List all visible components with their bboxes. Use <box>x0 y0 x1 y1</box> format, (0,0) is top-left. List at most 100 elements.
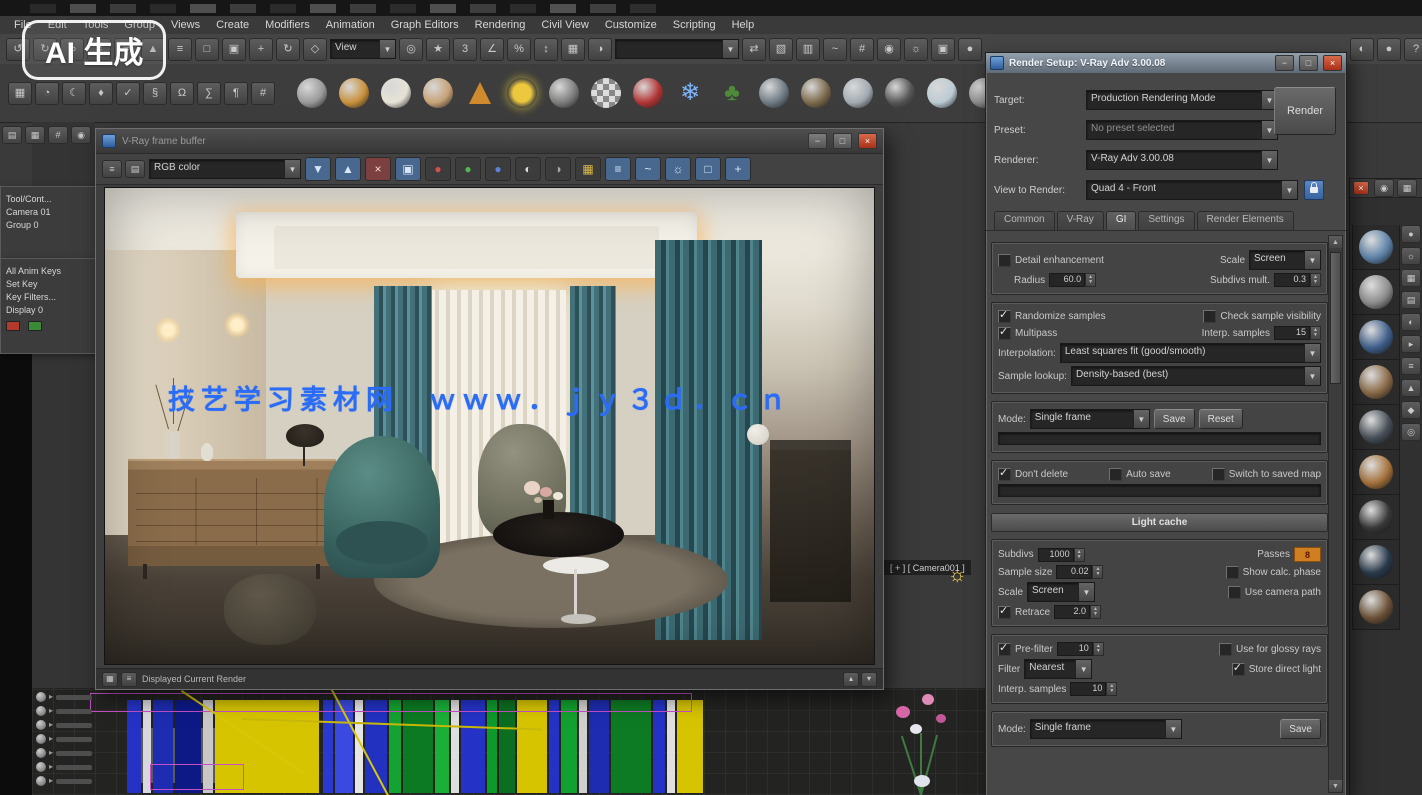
eye-icon[interactable]: ◉ <box>71 126 91 144</box>
menu-views[interactable]: Views <box>171 19 200 31</box>
material-sample-7[interactable] <box>1352 495 1400 540</box>
crossing-selection-icon[interactable]: ▣ <box>222 38 246 61</box>
outliner-row[interactable]: ▸ <box>36 760 128 774</box>
render-setup-scrollbar[interactable]: ▲ ▼ <box>1328 235 1343 793</box>
select-and-move-icon[interactable]: + <box>249 38 273 61</box>
radius-spinner[interactable]: 60.0▲▼ <box>1049 273 1096 287</box>
video-color-check-icon[interactable]: ◐ <box>1401 313 1421 331</box>
material-sample-1[interactable] <box>1352 225 1400 270</box>
expand-chevron-icon[interactable]: ▸ <box>49 721 53 729</box>
tab-vray[interactable]: V-Ray <box>1057 211 1104 230</box>
layer-manager-icon[interactable]: ▧ <box>769 38 793 61</box>
percent-snap-icon[interactable]: % <box>507 38 531 61</box>
shelf-diamond-icon[interactable]: ♦ <box>89 82 113 105</box>
vfb-titlebar[interactable]: V-Ray frame buffer − □ × <box>96 129 883 154</box>
alpha-channel-icon[interactable]: ◐ <box>515 157 541 181</box>
status-info-icon[interactable]: ≡ <box>121 672 137 687</box>
graphite-ribbon-icon[interactable]: ▥ <box>796 38 820 61</box>
track-mouse-icon[interactable]: + <box>725 157 751 181</box>
material-sample-5[interactable] <box>1352 405 1400 450</box>
curve-editor-icon[interactable]: ~ <box>823 38 847 61</box>
menu-civil-view[interactable]: Civil View <box>541 19 588 31</box>
subdivs-mult-spinner[interactable]: 0.3▲▼ <box>1274 273 1321 287</box>
render-production-icon[interactable]: ● <box>958 38 982 61</box>
select-and-scale-icon[interactable]: ◇ <box>303 38 327 61</box>
top-viewport[interactable]: ▸ ▸ ▸ ▸ ▸ ▸ ▸ <box>32 688 985 795</box>
menu-customize[interactable]: Customize <box>605 19 657 31</box>
outliner-row[interactable]: ▸ <box>36 718 128 732</box>
reference-coordinate-combo[interactable]: View▼ <box>330 39 396 59</box>
outliner-row[interactable]: ▸ <box>36 774 128 788</box>
lock-view-toggle[interactable] <box>1304 180 1324 200</box>
material-sample-8[interactable] <box>1352 540 1400 585</box>
minimize-button[interactable]: − <box>1275 55 1294 71</box>
interpolation-combo[interactable]: Least squares fit (good/smooth)▼ <box>1060 343 1321 363</box>
render-teapot-icon[interactable]: ● <box>1377 38 1401 61</box>
menu-help[interactable]: Help <box>732 19 755 31</box>
expand-chevron-icon[interactable]: ▸ <box>49 777 53 785</box>
expand-chevron-icon[interactable]: ▸ <box>49 735 53 743</box>
cone-primitive-icon[interactable] <box>463 76 497 110</box>
region-render-icon[interactable]: □ <box>695 157 721 181</box>
green-channel-icon[interactable]: ● <box>455 157 481 181</box>
scroll-down-icon[interactable]: ▾ <box>861 672 877 687</box>
select-and-manipulate-icon[interactable]: ★ <box>426 38 450 61</box>
snaps-toggle-icon[interactable]: 3 <box>453 38 477 61</box>
render-setup-titlebar[interactable]: Render Setup: V-Ray Adv 3.00.08 − □ × <box>986 53 1346 73</box>
named-selection-sets-combo[interactable]: ▼ <box>615 39 739 59</box>
material-sphere-tan-icon[interactable] <box>421 76 455 110</box>
material-sphere-white-icon[interactable] <box>379 76 413 110</box>
lc-mode-combo[interactable]: Single frame▼ <box>1030 719 1182 739</box>
vfb-layers-icon[interactable]: ▤ <box>125 160 145 178</box>
monochrome-icon[interactable]: ◑ <box>545 157 571 181</box>
scrollbar-thumb[interactable] <box>1330 252 1341 384</box>
lc-scale-combo[interactable]: Screen▼ <box>1027 582 1095 602</box>
menu-animation[interactable]: Animation <box>326 19 375 31</box>
multipass-checkbox[interactable] <box>998 327 1011 340</box>
lc-interp-spinner[interactable]: 10▲▼ <box>1070 682 1117 696</box>
color-swatch-green[interactable] <box>28 321 42 331</box>
expand-chevron-icon[interactable]: ▸ <box>49 693 53 701</box>
render-setup-icon[interactable]: ☼ <box>904 38 928 61</box>
save-button[interactable]: Save <box>1154 409 1195 429</box>
render-button[interactable]: Render <box>1274 87 1336 135</box>
material-sphere-gray-icon[interactable] <box>295 76 329 110</box>
material-editor-icon[interactable]: ◉ <box>877 38 901 61</box>
detail-enhancement-checkbox[interactable] <box>998 254 1011 267</box>
view-to-render-combo[interactable]: Quad 4 - Front▼ <box>1086 180 1298 200</box>
renderer-combo[interactable]: V-Ray Adv 3.00.08▼ <box>1086 150 1278 170</box>
display-icon[interactable]: ▦ <box>25 126 45 144</box>
shelf-sharp-icon[interactable]: # <box>251 82 275 105</box>
randomize-samples-checkbox[interactable] <box>998 310 1011 323</box>
menu-scripting[interactable]: Scripting <box>673 19 716 31</box>
spinner-snap-icon[interactable]: ↕ <box>534 38 558 61</box>
shelf-clock-icon[interactable]: ◔ <box>35 82 59 105</box>
outliner-row[interactable]: ▸ <box>36 732 128 746</box>
material-sphere-ice-icon[interactable] <box>925 76 959 110</box>
tab-settings[interactable]: Settings <box>1138 211 1194 230</box>
snowflake-icon[interactable]: ❄ <box>673 76 707 110</box>
shelf-check-icon[interactable]: ✓ <box>116 82 140 105</box>
expand-chevron-icon[interactable]: ▸ <box>49 763 53 771</box>
sample-tiling-icon[interactable]: ▤ <box>1401 291 1421 309</box>
outliner-row[interactable]: ▸ <box>36 704 128 718</box>
outliner-row[interactable]: ▸ <box>36 746 128 760</box>
align-icon[interactable]: ⇄ <box>742 38 766 61</box>
target-combo[interactable]: Production Rendering Mode▼ <box>1086 90 1278 110</box>
menu-modifiers[interactable]: Modifiers <box>265 19 310 31</box>
sample-sphere-icon[interactable]: ● <box>1401 225 1421 243</box>
make-preview-icon[interactable]: ▸ <box>1401 335 1421 353</box>
folder-icon[interactable]: ▤ <box>2 126 22 144</box>
preset-combo[interactable]: No preset selected▼ <box>1086 120 1278 140</box>
material-sample-4[interactable] <box>1352 360 1400 405</box>
select-by-name-icon[interactable]: ≡ <box>168 38 192 61</box>
shelf-section-icon[interactable]: § <box>143 82 167 105</box>
edit-named-selection-sets-icon[interactable]: ▦ <box>561 38 585 61</box>
material-sample-6[interactable] <box>1352 450 1400 495</box>
dont-delete-checkbox[interactable] <box>998 468 1011 481</box>
sun-light-icon[interactable] <box>505 76 539 110</box>
help-icon[interactable]: ? <box>1404 38 1422 61</box>
reset-button[interactable]: Reset <box>1199 409 1243 429</box>
menu-rendering[interactable]: Rendering <box>475 19 526 31</box>
material-sphere-earth-icon[interactable] <box>799 76 833 110</box>
